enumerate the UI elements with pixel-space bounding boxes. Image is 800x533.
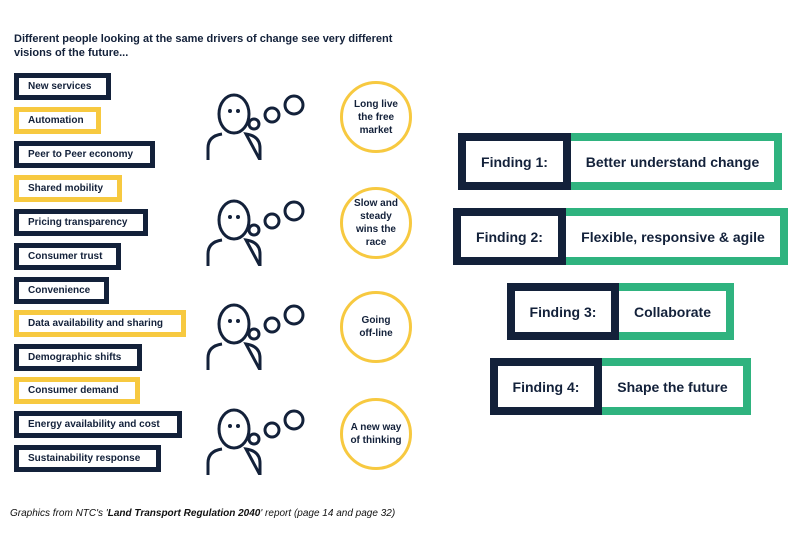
driver-sustainability-response: Sustainability response: [14, 445, 161, 472]
caption-suffix: ' report (page 14 and page 32): [260, 508, 396, 519]
person-thinking-icon: [206, 93, 305, 160]
finding-text: Collaborate: [619, 283, 734, 340]
driver-label: Consumer trust: [28, 251, 103, 262]
driver-label: Demographic shifts: [28, 352, 122, 363]
finding-2: Finding 2: Flexible, responsive & agile: [453, 208, 788, 265]
driver-label: Sustainability response: [28, 453, 141, 464]
finding-3: Finding 3: Collaborate: [507, 283, 734, 340]
person-thinking-icon: [206, 303, 305, 370]
driver-new-services: New services: [14, 73, 111, 100]
driver-label: Consumer demand: [28, 385, 119, 396]
person-thinking-icon: [206, 408, 305, 475]
finding-text: Flexible, responsive & agile: [566, 208, 788, 265]
vision-bubble: A new way of thinking: [340, 398, 412, 470]
driver-data-availability: Data availability and sharing: [14, 310, 186, 337]
driver-energy-availability: Energy availability and cost: [14, 411, 182, 438]
driver-label: New services: [28, 81, 92, 92]
driver-consumer-demand: Consumer demand: [14, 377, 140, 404]
driver-convenience: Convenience: [14, 277, 109, 304]
driver-label: Convenience: [28, 285, 91, 296]
vision-text: Going off-line: [359, 315, 393, 339]
finding-label: Finding 3:: [507, 283, 619, 340]
driver-demographic-shifts: Demographic shifts: [14, 344, 142, 371]
vision-text: Long live the free market: [354, 98, 398, 136]
vision-text: Slow and steady wins the race: [354, 198, 398, 248]
driver-label: Automation: [28, 115, 84, 126]
caption-report-title: Land Transport Regulation 2040: [107, 508, 261, 519]
driver-label: Data availability and sharing: [28, 318, 164, 329]
caption-prefix: Graphics from NTC's ': [10, 508, 108, 519]
finding-label: Finding 4:: [490, 358, 602, 415]
driver-pricing-transparency: Pricing transparency: [14, 209, 148, 236]
vision-bubble: Long live the free market: [340, 81, 412, 153]
person-thinking-icon: [206, 199, 305, 266]
vision-text: A new way of thinking: [350, 422, 402, 446]
vision-bubble: Going off-line: [340, 291, 412, 363]
intro-heading: Different people looking at the same dri…: [14, 33, 393, 59]
driver-label: Shared mobility: [28, 183, 104, 194]
driver-label: Peer to Peer economy: [28, 149, 134, 160]
driver-consumer-trust: Consumer trust: [14, 243, 121, 270]
vision-bubble: Slow and steady wins the race: [340, 187, 412, 259]
finding-text: Shape the future: [602, 358, 751, 415]
finding-label: Finding 1:: [458, 133, 571, 190]
finding-text: Better understand change: [571, 133, 782, 190]
driver-label: Energy availability and cost: [28, 419, 160, 430]
finding-label: Finding 2:: [453, 208, 566, 265]
driver-automation: Automation: [14, 107, 101, 134]
caption: Graphics from NTC's 'Land Transport Regu…: [10, 508, 395, 519]
driver-shared-mobility: Shared mobility: [14, 175, 122, 202]
finding-1: Finding 1: Better understand change: [458, 133, 782, 190]
driver-label: Pricing transparency: [28, 217, 128, 228]
driver-peer-to-peer-economy: Peer to Peer economy: [14, 141, 155, 168]
finding-4: Finding 4: Shape the future: [490, 358, 751, 415]
